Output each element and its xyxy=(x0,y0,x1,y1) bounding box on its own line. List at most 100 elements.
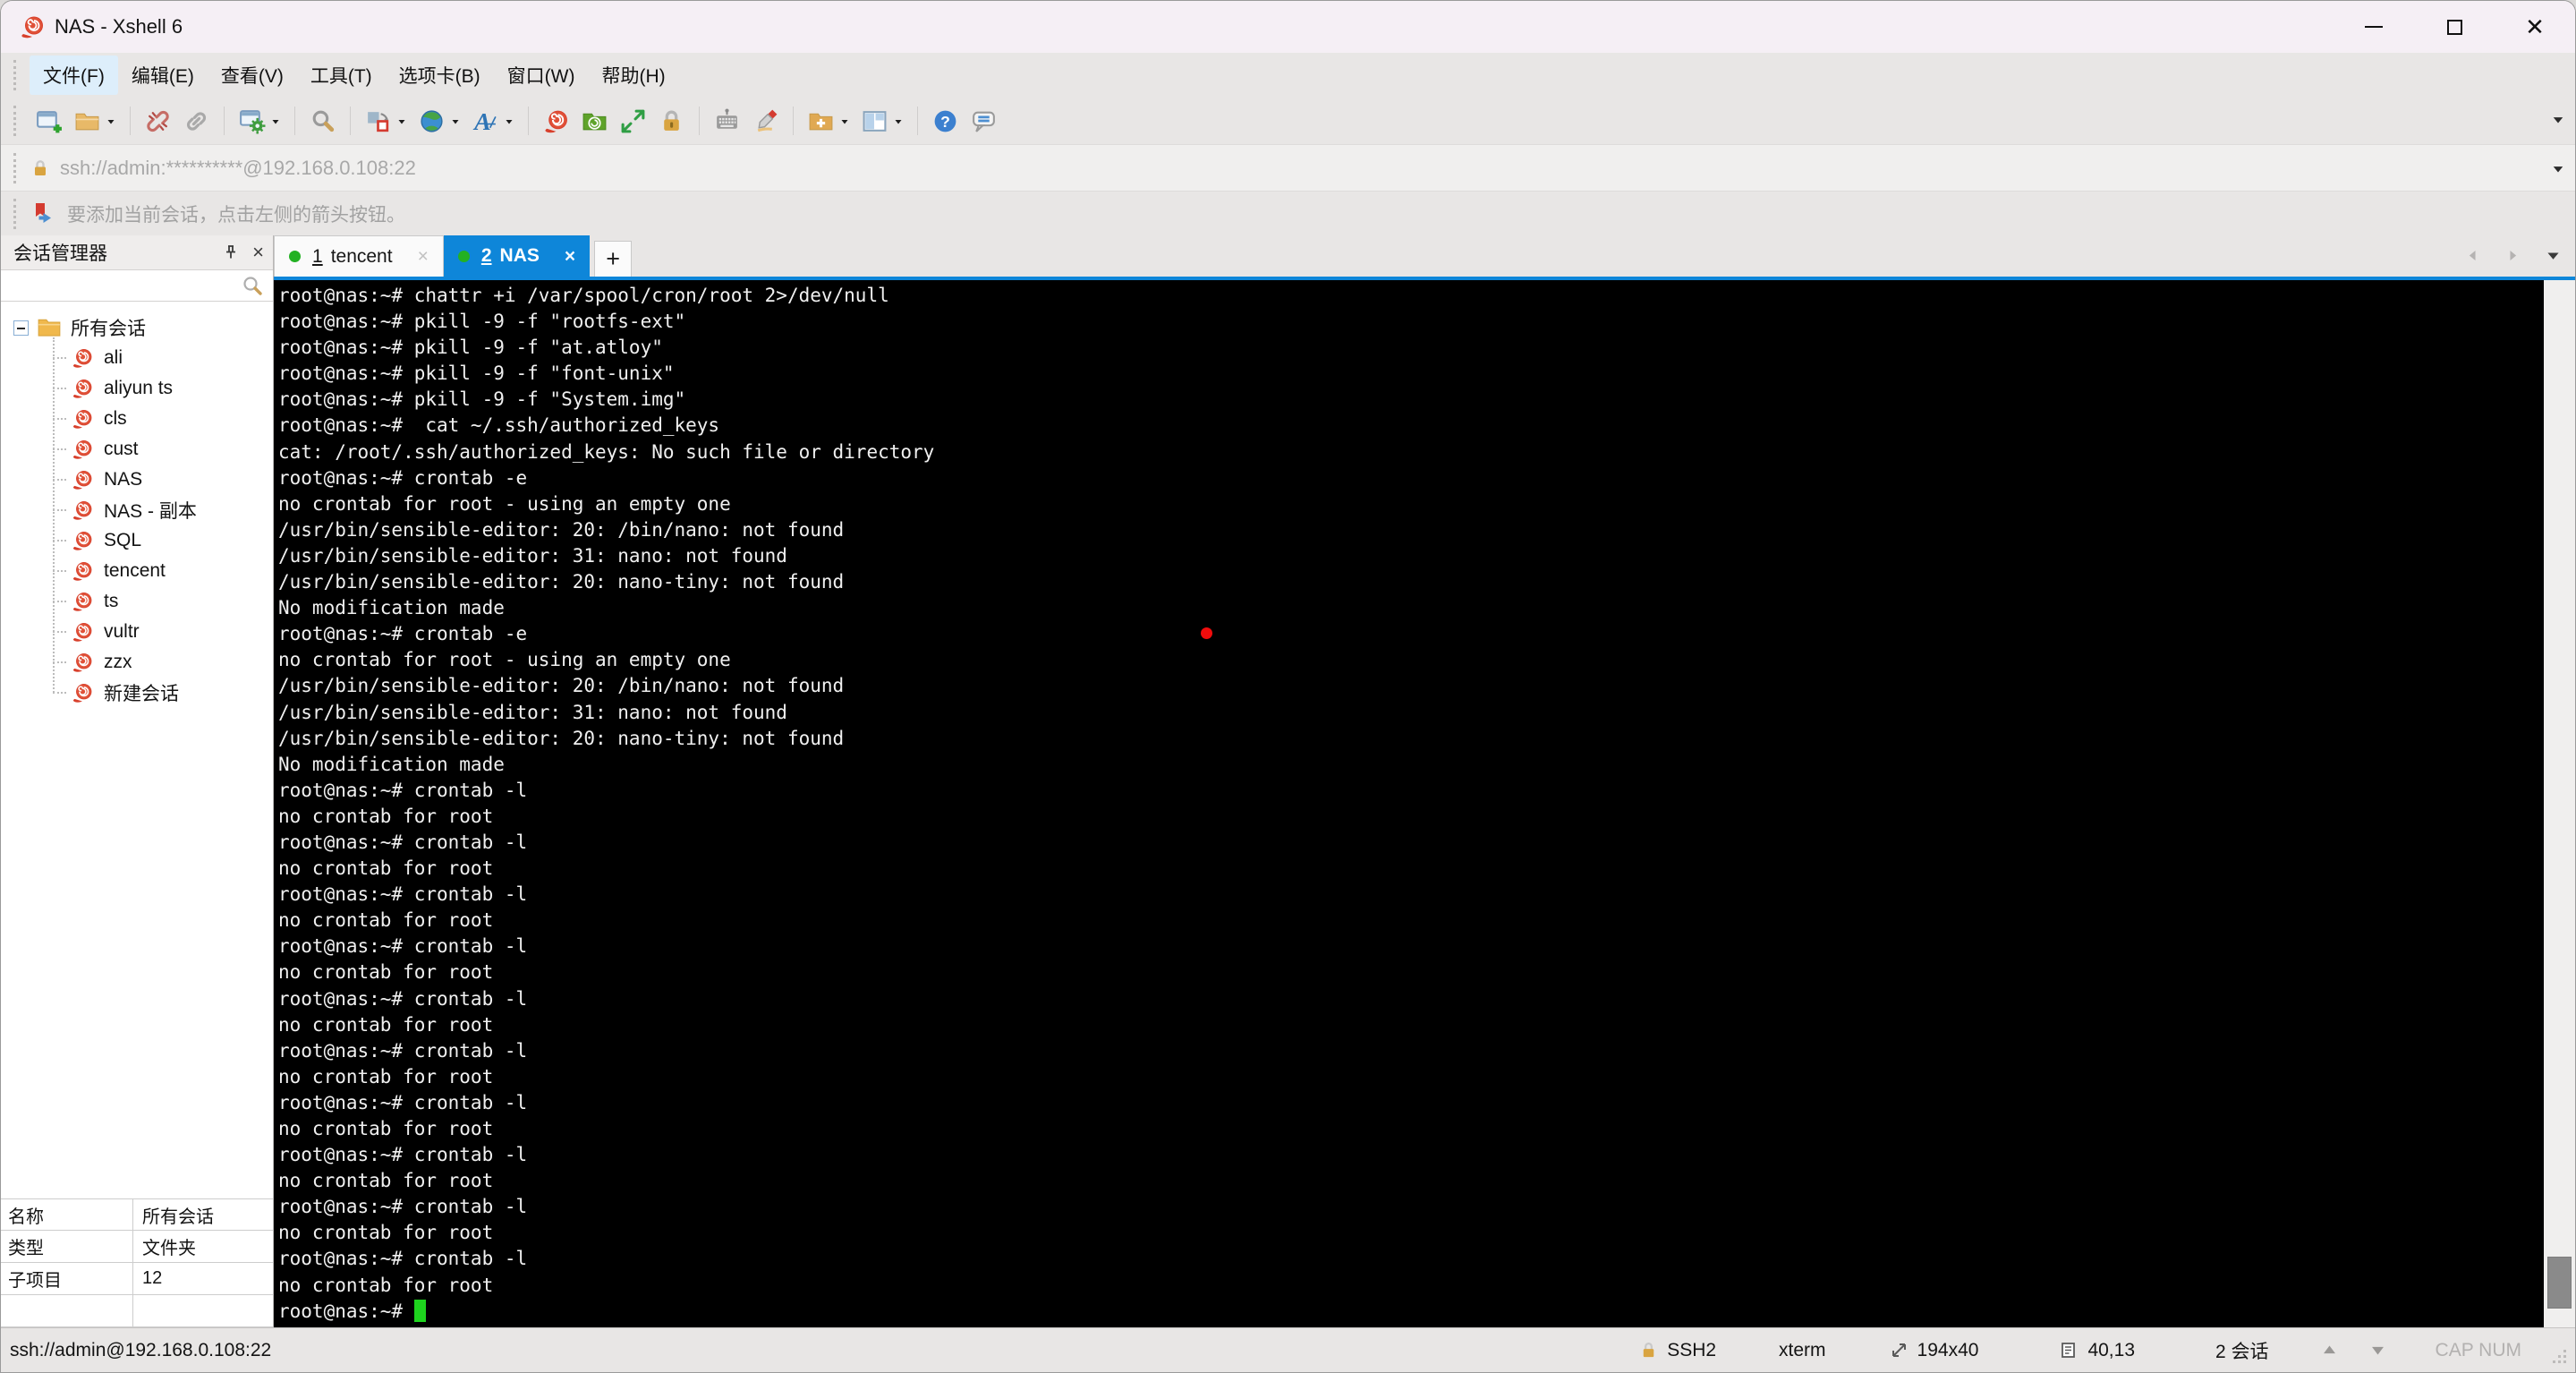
session-label: vultr xyxy=(104,621,140,642)
terminal-line: root@nas:~# chattr +i /var/spool/cron/ro… xyxy=(278,285,889,306)
session-snail-icon xyxy=(71,499,94,522)
svg-text:A: A xyxy=(472,107,491,134)
reconnect-button[interactable] xyxy=(177,103,216,139)
titlebar: NAS - Xshell 6 ✕ xyxy=(1,1,2575,53)
session-item-tencent[interactable]: tencent xyxy=(1,556,273,586)
terminal-line: no crontab for root xyxy=(278,1118,494,1139)
tab-scroll-right-icon[interactable] xyxy=(2505,248,2521,263)
chevron-down-icon[interactable] xyxy=(2552,163,2564,175)
addressbar-gripper[interactable] xyxy=(13,152,17,183)
open-folder-button[interactable] xyxy=(68,103,122,139)
menu-item[interactable]: 文件(F) xyxy=(30,55,118,95)
new-folder-button[interactable] xyxy=(802,103,855,139)
reconnect-icon xyxy=(183,107,210,135)
dropdown-arrow-icon[interactable] xyxy=(504,115,514,126)
property-value: 文件夹 xyxy=(142,1239,196,1258)
toolbar-separator xyxy=(130,107,131,135)
new-tab-button[interactable]: + xyxy=(594,241,633,277)
status-scroll-down-icon[interactable] xyxy=(2368,1340,2396,1360)
xftp-button[interactable] xyxy=(575,103,614,139)
new-layout-button[interactable] xyxy=(359,103,412,139)
dropdown-arrow-icon[interactable] xyxy=(396,115,407,126)
terminal-line: /usr/bin/sensible-editor: 31: nano: not … xyxy=(278,544,787,567)
web-browser-button[interactable] xyxy=(412,103,466,139)
menubar-gripper[interactable] xyxy=(13,60,17,90)
session-label: aliyun ts xyxy=(104,378,174,398)
session-properties-button[interactable] xyxy=(233,103,286,139)
session-item-新建会话[interactable]: 新建会话 xyxy=(1,678,273,708)
highlight-pen-button[interactable] xyxy=(746,103,785,139)
session-manager-title: 会话管理器 xyxy=(13,243,107,264)
session-search-input[interactable] xyxy=(1,269,273,302)
search-icon[interactable] xyxy=(241,275,264,298)
session-item-SQL[interactable]: SQL xyxy=(1,525,273,556)
tree-root-all-sessions[interactable]: 所有会话 xyxy=(1,312,273,343)
infobar-gripper[interactable] xyxy=(13,198,17,229)
connected-dot-icon xyxy=(289,251,301,262)
tab-close-icon[interactable]: × xyxy=(565,247,575,266)
close-icon: ✕ xyxy=(2525,13,2545,40)
fullscreen-button[interactable] xyxy=(614,103,652,139)
menu-item[interactable]: 编辑(E) xyxy=(118,55,208,95)
minimize-button[interactable] xyxy=(2334,1,2414,53)
session-item-aliyun ts[interactable]: aliyun ts xyxy=(1,373,273,404)
address-url[interactable]: ssh://admin:**********@192.168.0.108:22 xyxy=(60,157,416,180)
dropdown-arrow-icon[interactable] xyxy=(893,115,904,126)
toolbar-gripper[interactable] xyxy=(13,106,17,136)
feedback-button[interactable] xyxy=(965,103,1003,139)
session-item-ali[interactable]: ali xyxy=(1,343,273,373)
close-button[interactable]: ✕ xyxy=(2495,1,2575,53)
dropdown-arrow-icon[interactable] xyxy=(106,115,116,126)
scrollbar-thumb[interactable] xyxy=(2547,1257,2572,1309)
session-item-NAS - 副本[interactable]: NAS - 副本 xyxy=(1,495,273,525)
tab-close-icon[interactable]: × xyxy=(418,247,429,266)
menu-item[interactable]: 窗口(W) xyxy=(494,55,589,95)
dropdown-arrow-icon[interactable] xyxy=(270,115,281,126)
status-scroll-up-icon[interactable] xyxy=(2319,1340,2348,1360)
session-item-vultr[interactable]: vultr xyxy=(1,617,273,647)
help-button[interactable]: ? xyxy=(926,103,965,139)
session-item-cls[interactable]: cls xyxy=(1,404,273,434)
dropdown-arrow-icon[interactable] xyxy=(450,115,461,126)
status-text: SSH2 xyxy=(1667,1339,1717,1360)
tab-scroll-left-icon[interactable] xyxy=(2465,248,2480,263)
xshell-snail-button[interactable] xyxy=(537,103,575,139)
collapse-icon[interactable] xyxy=(13,320,29,336)
session-item-zzx[interactable]: zzx xyxy=(1,647,273,678)
menu-item[interactable]: 查看(V) xyxy=(208,55,297,95)
terminal-line: no crontab for root xyxy=(278,1274,494,1296)
tab-NAS[interactable]: 2 NAS × xyxy=(443,235,591,277)
pin-icon[interactable] xyxy=(222,243,240,261)
panel-close-icon[interactable]: × xyxy=(252,243,264,262)
menu-item[interactable]: 选项卡(B) xyxy=(386,55,494,95)
new-session-button[interactable] xyxy=(30,103,68,139)
terminal-prompt-line: root@nas:~# xyxy=(278,1299,2544,1325)
dropdown-arrow-icon[interactable] xyxy=(839,115,850,126)
session-snail-icon xyxy=(71,590,94,613)
lock-screen-button[interactable] xyxy=(652,103,691,139)
resize-grip-icon[interactable] xyxy=(2552,1349,2568,1365)
statusbar-connection: ssh://admin@192.168.0.108:22 xyxy=(10,1339,272,1360)
property-row-empty xyxy=(1,1295,273,1327)
split-layout-button[interactable] xyxy=(855,103,909,139)
find-button[interactable] xyxy=(303,103,342,139)
terminal-line: root@nas:~# pkill -9 -f "System.img" xyxy=(278,388,686,411)
font-button[interactable]: A xyxy=(466,103,520,139)
disconnect-button[interactable] xyxy=(139,103,177,139)
toolbar: A? xyxy=(1,98,2575,144)
menu-item[interactable]: 工具(T) xyxy=(297,55,386,95)
maximize-button[interactable] xyxy=(2414,1,2495,53)
menu-item[interactable]: 帮助(H) xyxy=(588,55,678,95)
session-item-NAS[interactable]: NAS xyxy=(1,465,273,495)
virtual-keyboard-button[interactable] xyxy=(708,103,746,139)
status-text: 194x40 xyxy=(1917,1339,1979,1360)
terminal-output[interactable]: root@nas:~# chattr +i /var/spool/cron/ro… xyxy=(274,280,2544,1327)
session-item-cust[interactable]: cust xyxy=(1,434,273,465)
minimize-icon xyxy=(2365,26,2383,28)
tab-tencent[interactable]: 1 tencent × xyxy=(274,235,444,277)
tab-list-icon[interactable] xyxy=(2546,248,2561,263)
terminal-line: root@nas:~# pkill -9 -f "rootfs-ext" xyxy=(278,311,686,333)
toolbar-overflow-icon[interactable] xyxy=(2552,114,2564,126)
terminal-scrollbar[interactable] xyxy=(2544,280,2575,1327)
session-item-ts[interactable]: ts xyxy=(1,586,273,617)
